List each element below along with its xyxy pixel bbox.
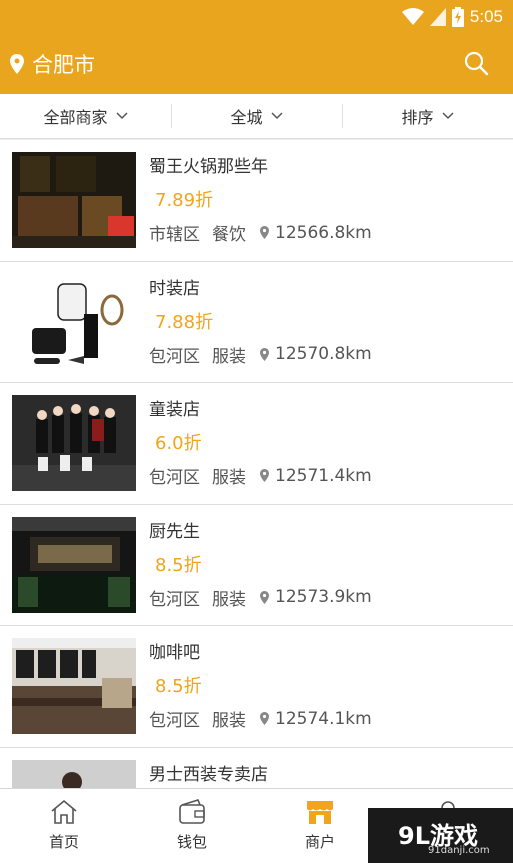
merchant-discount: 8.5折 xyxy=(155,554,202,576)
merchant-photo xyxy=(12,759,136,788)
city-selector[interactable]: 合肥市 xyxy=(10,50,95,78)
watermark-site: 91danji.com xyxy=(428,845,490,856)
merchant-item[interactable]: 蜀王火锅那些年 7.89折 市辖区 餐饮 12566.8km xyxy=(0,140,513,262)
merchant-distance: 12574.1km xyxy=(275,708,372,729)
merchant-item[interactable]: 时装店 7.88折 包河区 服装 12570.8km xyxy=(0,261,513,383)
merchant-photo xyxy=(12,395,136,491)
chevron-down-icon xyxy=(115,112,128,120)
merchant-category: 服装 xyxy=(212,346,246,367)
merchant-item[interactable]: 男士西装专卖店 xyxy=(0,747,513,788)
location-pin-icon xyxy=(260,347,269,361)
merchant-photo xyxy=(12,638,136,734)
filter-label: 全部商家 xyxy=(43,108,108,127)
merchant-photo xyxy=(12,516,136,613)
tab-wallet[interactable]: 钱包 xyxy=(128,789,256,863)
merchant-photo xyxy=(12,152,136,248)
filter-label: 全城 xyxy=(230,108,263,127)
tab-label: 首页 xyxy=(48,833,79,851)
merchant-item[interactable]: 童装店 6.0折 包河区 服装 12571.4km xyxy=(0,383,513,505)
wallet-icon xyxy=(179,799,205,824)
merchant-category: 服装 xyxy=(212,589,246,610)
merchant-list: 蜀王火锅那些年 7.89折 市辖区 餐饮 12566.8km 时装店 7.88折… xyxy=(0,140,513,788)
tab-home[interactable]: 首页 xyxy=(0,789,128,863)
site-watermark: 9L游戏 91danji.com xyxy=(368,808,513,863)
location-pin-icon xyxy=(260,226,269,239)
merchant-discount: 6.0折 xyxy=(155,433,202,454)
location-pin-icon xyxy=(10,54,24,74)
location-pin-icon xyxy=(260,712,269,725)
merchant-distance: 12566.8km xyxy=(275,222,372,243)
merchant-discount: 7.89折 xyxy=(155,190,214,211)
wifi-icon xyxy=(401,8,424,25)
merchant-name: 蜀王火锅那些年 xyxy=(149,157,268,177)
merchant-district: 市辖区 xyxy=(149,225,200,245)
merchant-discount: 7.88折 xyxy=(155,311,214,333)
merchant-category: 服装 xyxy=(212,468,246,488)
filter-bar: 全部商家 全城 排序 xyxy=(0,94,513,139)
store-icon xyxy=(307,801,333,824)
merchant-meta: 包河区 服装 12570.8km xyxy=(149,342,372,367)
merchant-item[interactable]: 厨先生 8.5折 包河区 服装 12573.9km xyxy=(0,504,513,626)
filter-sort[interactable]: 排序 xyxy=(342,94,513,138)
merchant-photo xyxy=(12,273,136,370)
tab-label: 钱包 xyxy=(176,833,207,851)
filter-merchant-type[interactable]: 全部商家 xyxy=(0,94,171,138)
merchant-meta: 包河区 服装 12574.1km xyxy=(149,706,372,732)
status-time: 5:05 xyxy=(469,7,503,26)
merchant-name: 童装店 xyxy=(149,400,200,420)
merchant-item[interactable]: 咖啡吧 8.5折 包河区 服装 12574.1km xyxy=(0,626,513,748)
chevron-down-icon xyxy=(441,112,454,120)
merchant-district: 包河区 xyxy=(149,346,200,367)
merchant-district: 包河区 xyxy=(149,589,200,610)
filter-area[interactable]: 全城 xyxy=(171,94,342,138)
location-pin-icon xyxy=(260,469,269,482)
search-icon xyxy=(464,51,489,76)
tab-label: 商户 xyxy=(304,833,335,851)
merchant-category: 服装 xyxy=(212,711,246,731)
merchant-district: 包河区 xyxy=(149,468,200,488)
header-bar: 合肥市 xyxy=(0,33,513,94)
signal-icon xyxy=(429,8,446,26)
tab-merchants[interactable]: 商户 xyxy=(256,789,384,863)
filter-label: 排序 xyxy=(401,108,434,127)
merchant-name: 时装店 xyxy=(149,278,200,299)
status-bar: 5:05 xyxy=(0,0,513,33)
merchant-distance: 12570.8km xyxy=(275,344,372,364)
home-icon xyxy=(51,799,77,824)
merchant-name: 咖啡吧 xyxy=(149,643,200,663)
merchant-meta: 市辖区 餐饮 12566.8km xyxy=(149,220,372,246)
merchant-meta: 包河区 服装 12571.4km xyxy=(149,463,372,489)
merchant-name: 男士西装专卖店 xyxy=(149,764,268,785)
merchant-category: 餐饮 xyxy=(212,225,246,245)
battery-icon xyxy=(451,7,464,27)
merchant-name: 厨先生 xyxy=(149,521,200,542)
city-name: 合肥市 xyxy=(32,53,95,77)
location-pin-icon xyxy=(260,590,269,604)
merchant-distance: 12571.4km xyxy=(275,465,372,486)
merchant-meta: 包河区 服装 12573.9km xyxy=(149,585,372,610)
search-button[interactable] xyxy=(463,50,489,76)
merchant-distance: 12573.9km xyxy=(275,587,372,607)
merchant-district: 包河区 xyxy=(149,711,200,731)
merchant-discount: 8.5折 xyxy=(155,676,202,697)
chevron-down-icon xyxy=(270,112,283,120)
